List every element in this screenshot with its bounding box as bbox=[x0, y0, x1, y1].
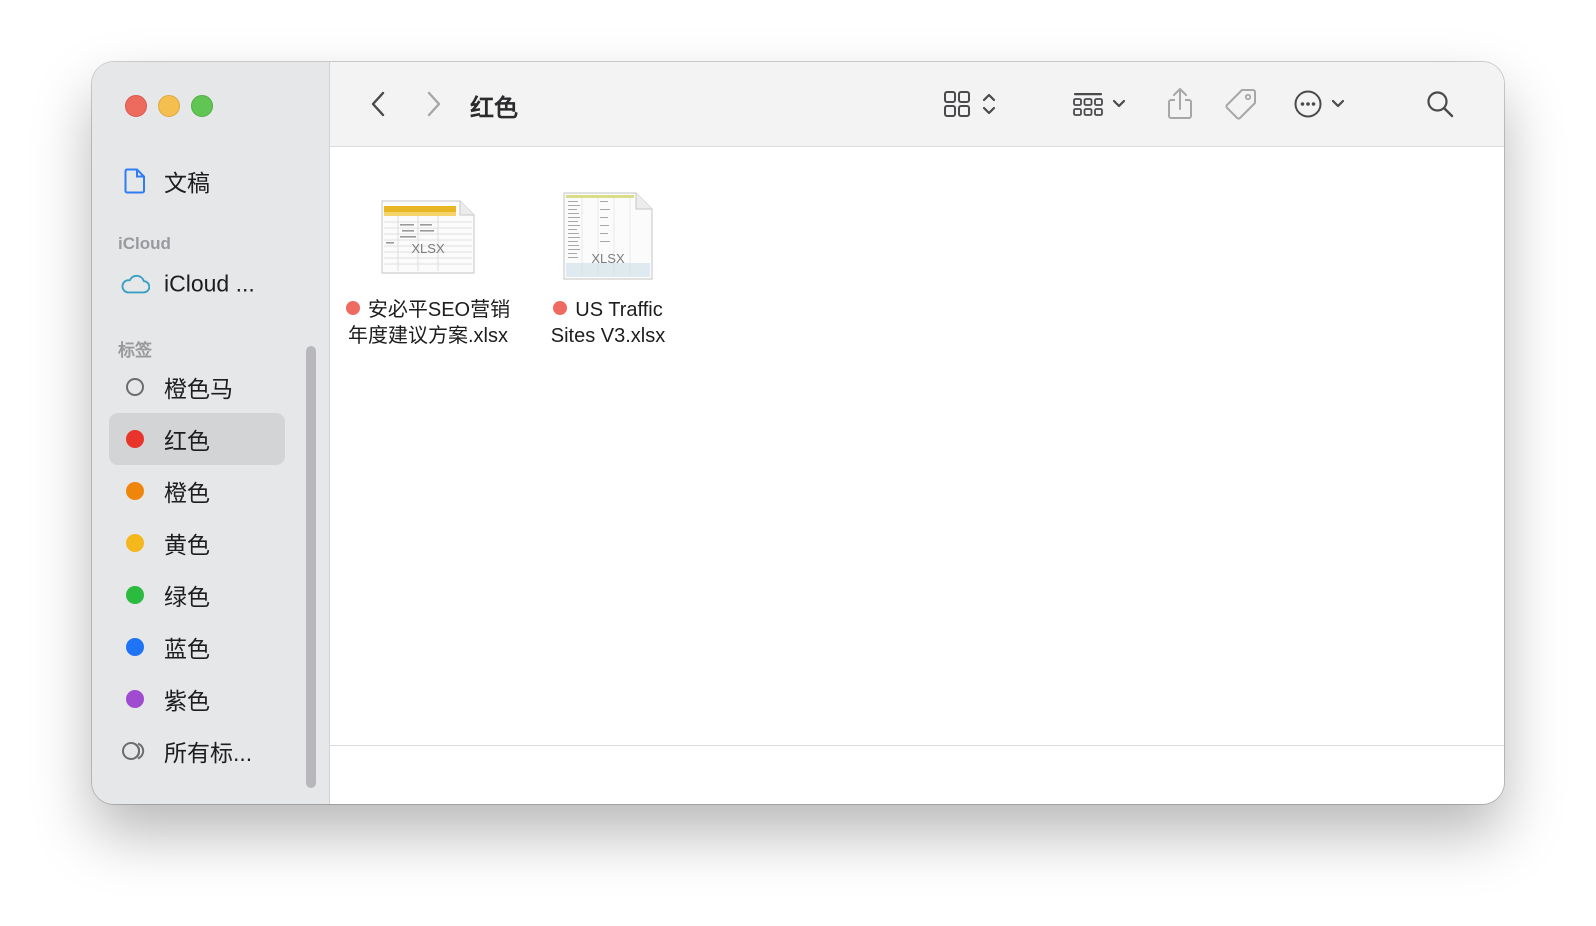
more-actions-button[interactable] bbox=[1286, 84, 1352, 124]
back-button[interactable] bbox=[358, 84, 398, 124]
sidebar-scrollbar[interactable] bbox=[306, 346, 316, 788]
file-badge: XLSX bbox=[411, 241, 445, 256]
chevron-left-icon bbox=[371, 91, 385, 117]
sidebar-item-label: 黄色 bbox=[164, 532, 210, 558]
sidebar-item-label: 紫色 bbox=[164, 688, 210, 714]
share-icon bbox=[1168, 88, 1192, 119]
search-button[interactable] bbox=[1418, 84, 1462, 124]
sidebar-item-tag-green[interactable]: 绿色 bbox=[109, 569, 285, 621]
file-badge: XLSX bbox=[591, 251, 625, 266]
file-name-line1: 安必平SEO营销 bbox=[367, 299, 511, 321]
close-button[interactable] bbox=[125, 95, 147, 117]
updown-chevron-icon bbox=[982, 93, 996, 115]
tag-button[interactable] bbox=[1218, 84, 1264, 124]
sidebar-item-label: 绿色 bbox=[164, 584, 210, 610]
file-name-line2: 年度建议方案.xlsx bbox=[348, 325, 508, 347]
tag-yellow-icon bbox=[120, 528, 150, 558]
sidebar-item-label: 橙色 bbox=[164, 480, 210, 506]
sidebar-item-tag-purple[interactable]: 紫色 bbox=[109, 673, 285, 725]
tag-dot-red bbox=[553, 301, 568, 315]
file-item[interactable]: XLSX 安必平SEO营销 年度建议方案.xlsx bbox=[338, 187, 518, 367]
file-item[interactable]: XLSX US Traffic Sites V3.xlsx bbox=[518, 187, 698, 367]
forward-button[interactable] bbox=[414, 84, 454, 124]
sidebar-item-label: iCloud ... bbox=[164, 270, 255, 297]
tag-icon bbox=[1225, 89, 1256, 120]
tag-green-icon bbox=[120, 580, 150, 610]
file-area[interactable]: XLSX 安必平SEO营销 年度建议方案.xlsx XLSX US Traffi… bbox=[330, 147, 1504, 745]
chevron-down-icon bbox=[1112, 99, 1126, 108]
icon-grid-icon bbox=[944, 91, 970, 117]
file-name: US Traffic Sites V3.xlsx bbox=[518, 297, 698, 349]
sidebar-item-label: 橙色马 bbox=[164, 376, 233, 402]
xlsx-file-icon: XLSX bbox=[378, 187, 478, 287]
chevron-right-icon bbox=[427, 91, 441, 117]
all-tags-icon bbox=[120, 736, 150, 766]
tag-orange-icon bbox=[120, 476, 150, 506]
share-button[interactable] bbox=[1160, 84, 1200, 124]
sidebar-item-tag-orange-horse[interactable]: 橙色马 bbox=[109, 361, 285, 413]
sidebar-item-all-tags[interactable]: 所有标... bbox=[109, 725, 285, 777]
file-name-line1: US Traffic bbox=[575, 299, 663, 321]
tag-hollow-icon bbox=[120, 372, 150, 402]
tag-purple-icon bbox=[120, 684, 150, 714]
sidebar-item-tag-red[interactable]: 红色 bbox=[109, 413, 285, 465]
tag-red-icon bbox=[120, 424, 150, 454]
sidebar-item-documents[interactable]: 文稿 bbox=[109, 155, 285, 207]
sidebar-item-tag-orange[interactable]: 橙色 bbox=[109, 465, 285, 517]
sidebar-item-label: 蓝色 bbox=[164, 636, 210, 662]
search-icon bbox=[1427, 91, 1454, 118]
document-icon bbox=[120, 166, 150, 196]
sidebar-item-tag-blue[interactable]: 蓝色 bbox=[109, 621, 285, 673]
chevron-down-icon bbox=[1331, 99, 1345, 108]
section-header-icloud: iCloud bbox=[118, 234, 171, 253]
zoom-button[interactable] bbox=[191, 95, 213, 117]
file-name: 安必平SEO营销 年度建议方案.xlsx bbox=[338, 297, 518, 349]
sidebar-item-tag-yellow[interactable]: 黄色 bbox=[109, 517, 285, 569]
minimize-button[interactable] bbox=[158, 95, 180, 117]
status-bar bbox=[330, 745, 1504, 804]
sidebar-item-label: 所有标... bbox=[164, 740, 253, 766]
tag-blue-icon bbox=[120, 632, 150, 662]
file-name-line2: Sites V3.xlsx bbox=[550, 325, 666, 347]
sidebar-item-label: 文稿 bbox=[164, 170, 210, 196]
sidebar-item-label: 红色 bbox=[164, 428, 210, 454]
window-title: 红色 bbox=[470, 95, 518, 122]
tag-dot-red bbox=[345, 301, 360, 315]
group-icon bbox=[1073, 93, 1103, 116]
sidebar: 文稿 iCloud iCloud ... 标签 橙色马 红色 橙色 黄色 绿色 … bbox=[92, 62, 330, 804]
sidebar-item-icloud-drive[interactable]: iCloud ... bbox=[109, 258, 285, 310]
section-header-tags: 标签 bbox=[118, 341, 152, 360]
group-by-button[interactable] bbox=[1066, 84, 1132, 124]
cloud-icon bbox=[120, 269, 150, 299]
xlsx-file-icon: XLSX bbox=[558, 187, 658, 287]
toolbar: 红色 bbox=[330, 62, 1504, 147]
ellipsis-circle-icon bbox=[1294, 90, 1322, 118]
finder-window: 文稿 iCloud iCloud ... 标签 橙色马 红色 橙色 黄色 绿色 … bbox=[92, 62, 1504, 804]
view-mode-button[interactable] bbox=[935, 84, 1005, 124]
